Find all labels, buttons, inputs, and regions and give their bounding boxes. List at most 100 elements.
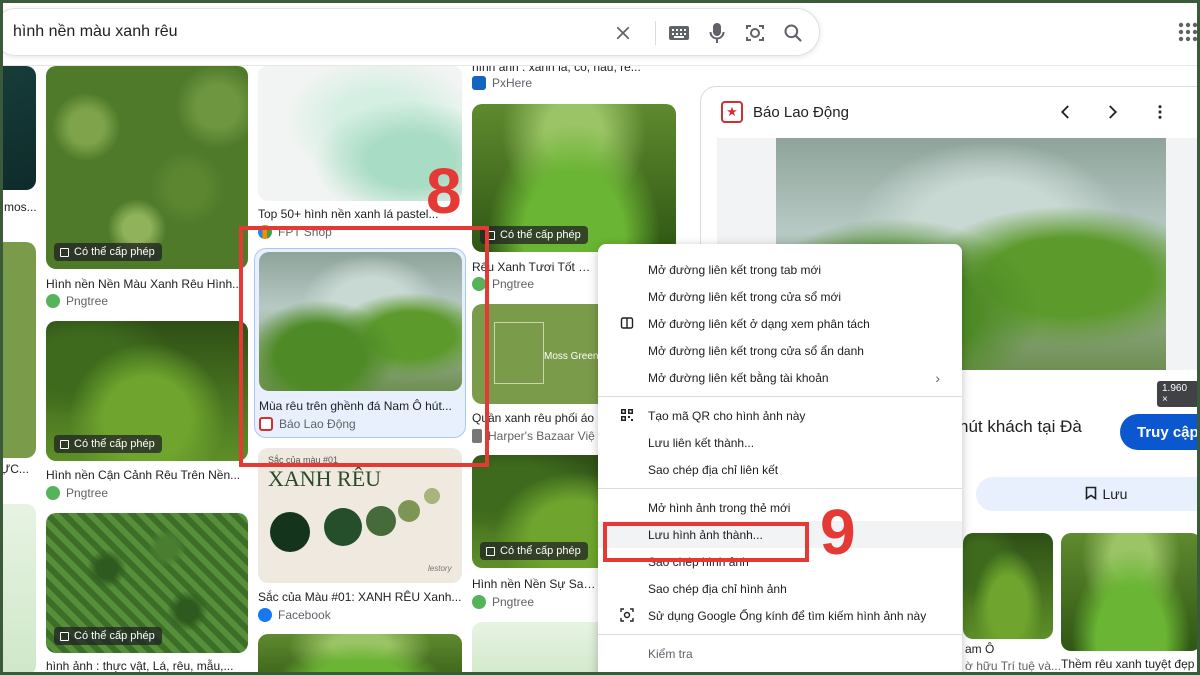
license-badge-label: Có thể cấp phép xyxy=(74,246,155,258)
menu-item-label: Mở đường liên kết trong cửa sổ mới xyxy=(648,289,842,304)
image-tile[interactable]: Có thể cấp phép xyxy=(46,513,248,653)
license-badge: Có thể cấp phép xyxy=(54,435,162,453)
result-title[interactable]: hình ảnh : thực vật, Lá, rêu, mẫu,... xyxy=(46,659,248,673)
result-source[interactable]: Pngtree xyxy=(46,294,108,308)
swatch-circle xyxy=(366,506,396,536)
result-source[interactable]: Harper's Bazaar Việ xyxy=(472,429,595,443)
swatch-circle xyxy=(424,488,440,504)
result-source[interactable]: PxHere xyxy=(472,76,532,90)
source-label: Facebook xyxy=(278,608,331,622)
menu-item-open-link-new-window[interactable]: Mở đường liên kết trong cửa sổ mới xyxy=(598,283,962,310)
related-title[interactable]: Thềm rêu xanh tuyệt đẹp xyxy=(1061,657,1194,671)
menu-item-google-lens[interactable]: Sử dụng Google Ống kính để tìm kiếm hình… xyxy=(598,602,962,629)
search-icon[interactable] xyxy=(781,21,805,45)
result-source[interactable]: Facebook xyxy=(258,608,331,622)
keyboard-icon[interactable] xyxy=(667,21,691,45)
image-icon xyxy=(60,439,69,449)
menu-separator xyxy=(598,488,962,489)
result-title[interactable]: Hình nền Nền Màu Xanh Rêu Hình... xyxy=(46,277,248,291)
menu-item-label: Mở đường liên kết trong cửa sổ ẩn danh xyxy=(648,343,864,358)
panel-source-name: Báo Lao Động xyxy=(753,103,849,121)
image-icon xyxy=(60,247,69,257)
menu-item-open-link-account[interactable]: Mở đường liên kết bằng tài khoản › xyxy=(598,364,962,391)
clear-icon[interactable] xyxy=(611,21,635,45)
swatch-circle xyxy=(270,512,310,552)
related-image-tile[interactable] xyxy=(963,533,1053,639)
result-title[interactable]: Sắc của Màu #01: XANH RÊU Xanh... xyxy=(258,590,462,604)
menu-item-open-link-new-tab[interactable]: Mở đường liên kết trong tab mới xyxy=(598,256,962,283)
license-badge: Có thể cấp phép xyxy=(54,243,162,261)
image-tile[interactable]: Sắc của màu #01 XANH RÊU lestory xyxy=(258,448,462,583)
qr-code-icon xyxy=(620,408,634,422)
menu-item-open-link-incognito[interactable]: Mở đường liên kết trong cửa sổ ẩn danh xyxy=(598,337,962,364)
result-title[interactable]: Rêu Xanh Tươi Tốt Bao xyxy=(472,260,596,274)
result-title[interactable]: Quần xanh rêu phối áo xyxy=(472,411,596,425)
search-box[interactable]: hình nền màu xanh rêu xyxy=(0,8,820,56)
search-input[interactable]: hình nền màu xanh rêu xyxy=(13,23,178,41)
image-tile-partial[interactable] xyxy=(0,504,36,675)
image-icon xyxy=(486,546,495,556)
visit-button[interactable]: Truy cập xyxy=(1120,414,1199,450)
result-title-partial: ỰC... xyxy=(0,462,29,476)
menu-item-save-link-as[interactable]: Lưu liên kết thành... xyxy=(598,429,962,456)
menu-item-label: Kiểm tra xyxy=(648,646,693,661)
annotation-number-8: 8 xyxy=(426,155,462,227)
image-tile[interactable]: Có thể cấp phép xyxy=(472,104,676,252)
result-source[interactable]: Pngtree xyxy=(46,486,108,500)
menu-item-label: Mở đường liên kết bằng tài khoản xyxy=(648,370,829,385)
previous-arrow-icon[interactable] xyxy=(1057,103,1075,126)
result-title[interactable]: hình ảnh : xanh lá, cỏ, nâu, rê... xyxy=(472,66,676,74)
source-label: PxHere xyxy=(492,76,533,90)
result-title[interactable]: Hình nền Nền Sự Sang xyxy=(472,577,596,591)
annotation-box-step-9 xyxy=(603,522,809,562)
related-subtitle: ờ hữu Trí tuệ và... xyxy=(965,659,1061,673)
source-label: Pngtree xyxy=(66,294,109,308)
menu-item-copy-image-address[interactable]: Sao chép địa chỉ hình ảnh xyxy=(598,575,962,602)
save-button[interactable]: Lưu xyxy=(976,477,1199,511)
menu-item-open-link-split-view[interactable]: Mở đường liên kết ở dạng xem phân tách xyxy=(598,310,962,337)
more-options-icon[interactable] xyxy=(1151,103,1169,126)
card-heading: XANH RÊU xyxy=(268,466,382,491)
image-icon xyxy=(60,631,69,641)
split-view-icon xyxy=(620,316,634,330)
panel-source[interactable]: ★ Báo Lao Động xyxy=(721,101,849,123)
source-label: Pngtree xyxy=(492,595,535,609)
menu-item-label: Sử dụng Google Ống kính để tìm kiếm hình… xyxy=(648,608,927,623)
facebook-favicon-icon xyxy=(258,608,272,622)
license-badge-label: Có thể cấp phép xyxy=(500,229,581,241)
image-tile[interactable] xyxy=(258,634,462,675)
next-arrow-icon[interactable] xyxy=(1103,103,1121,126)
result-title[interactable]: Hình nền Cận Cảnh Rêu Trên Nền... xyxy=(46,468,248,482)
related-title[interactable]: am Ô xyxy=(965,642,994,656)
menu-item-label: Lưu liên kết thành... xyxy=(648,435,755,450)
image-tile-partial[interactable] xyxy=(0,66,36,190)
apps-grid-icon[interactable] xyxy=(1176,20,1200,44)
image-tile-partial[interactable] xyxy=(0,242,36,458)
related-image-tile[interactable] xyxy=(1061,533,1199,651)
save-button-label: Lưu xyxy=(1102,486,1128,502)
top-bar: hình nền màu xanh rêu xyxy=(0,0,1200,66)
card-frame xyxy=(494,322,544,384)
menu-item-create-qr[interactable]: Tạo mã QR cho hình ảnh này xyxy=(598,402,962,429)
image-tile[interactable]: Có thể cấp phép xyxy=(46,66,248,269)
search-separator xyxy=(655,21,656,45)
menu-separator xyxy=(598,634,962,635)
menu-item-copy-link-address[interactable]: Sao chép địa chỉ liên kết xyxy=(598,456,962,483)
image-tile[interactable]: Có thể cấp phép xyxy=(46,321,248,461)
menu-item-inspect[interactable]: Kiểm tra xyxy=(598,640,962,667)
camera-lens-icon[interactable] xyxy=(743,21,767,45)
menu-item-open-image-new-tab[interactable]: Mở hình ảnh trong thẻ mới xyxy=(598,494,962,521)
bao-lao-dong-logo-icon: ★ xyxy=(721,101,743,123)
license-badge: Có thể cấp phép xyxy=(480,542,588,560)
pngtree-favicon-icon xyxy=(46,486,60,500)
bookmark-icon xyxy=(1085,486,1097,503)
image-dimensions-badge: 1.960 × xyxy=(1157,381,1199,407)
pngtree-favicon-icon xyxy=(472,595,486,609)
result-source[interactable]: Pngtree xyxy=(472,595,534,609)
microphone-icon[interactable] xyxy=(705,21,729,45)
menu-separator xyxy=(598,396,962,397)
source-label: Pngtree xyxy=(492,277,535,291)
license-badge: Có thể cấp phép xyxy=(54,627,162,645)
result-title-partial: mos... xyxy=(4,200,37,214)
license-badge-label: Có thể cấp phép xyxy=(500,545,581,557)
